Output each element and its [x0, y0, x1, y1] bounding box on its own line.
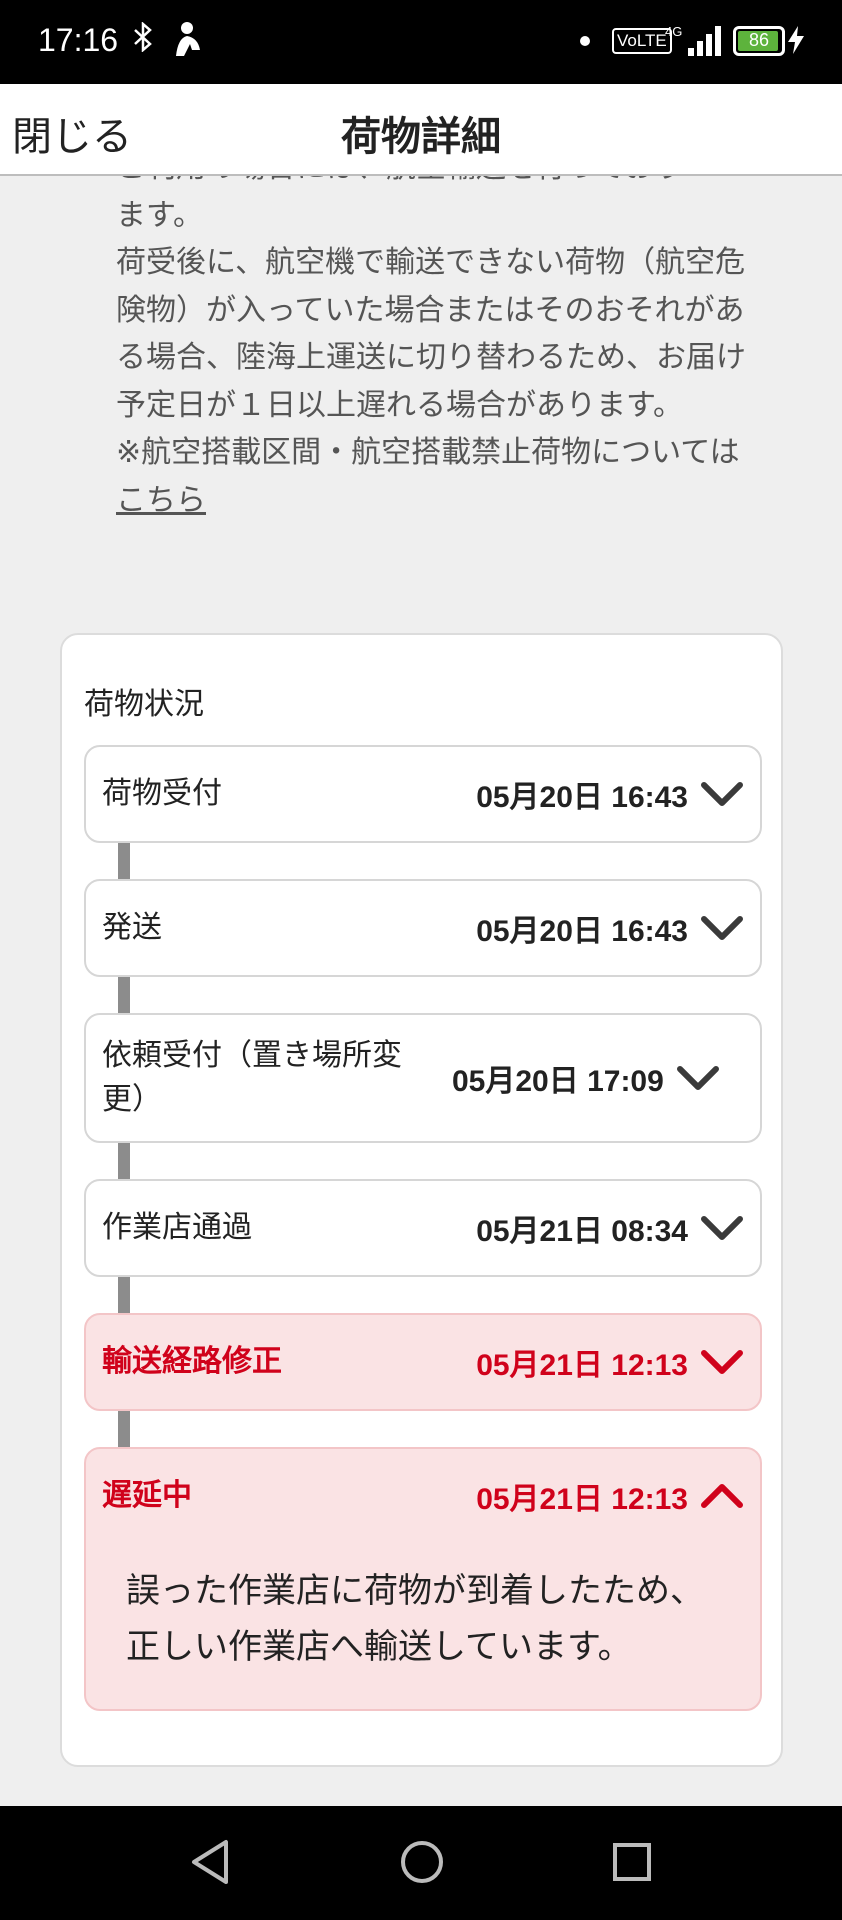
notice-paragraph: 荷受後に、航空機で輸送できない荷物（航空危険物）が入っていた場合またはそのおそれ…	[116, 245, 746, 423]
main-content[interactable]: ご利用の場合には、航空輸送を行っており ます。 荷受後に、航空機で輸送できない荷…	[0, 176, 842, 1806]
chevron-down-icon	[701, 782, 743, 806]
battery-level: 86	[748, 30, 770, 50]
volte-indicator: VoLTE	[612, 28, 672, 54]
notice-line-0: ご利用の場合には、航空輸送を行っており	[116, 176, 766, 192]
timeline-connector	[118, 1411, 130, 1447]
navigation-bar	[0, 1806, 842, 1920]
notification-icon	[170, 20, 204, 58]
tracking-status: 荷物受付	[102, 776, 222, 811]
signal-icon	[688, 24, 724, 56]
chevron-down-icon	[701, 1216, 743, 1240]
chevron-up-icon	[701, 1484, 743, 1508]
chevron-down-icon	[701, 1350, 743, 1374]
timeline-connector	[118, 1277, 130, 1313]
tracking-item[interactable]: 依頼受付（置き場所変更） 05月20日 17:09	[84, 1013, 762, 1143]
chevron-down-icon	[676, 1066, 719, 1090]
timeline-connector	[118, 977, 130, 1013]
network-gen-indicator: 4G	[665, 24, 683, 39]
notice-note-pre-link: は	[709, 435, 740, 470]
app-header: 閉じる 荷物詳細	[0, 84, 842, 176]
timeline-connector	[118, 1143, 130, 1179]
tracking-status: 遅延中	[102, 1478, 192, 1513]
tracking-item[interactable]: 作業店通過 05月21日 08:34	[84, 1179, 762, 1277]
tracking-status: 作業店通過	[102, 1210, 252, 1245]
notification-dot-icon	[580, 36, 590, 46]
tracking-card: 荷物状況 荷物受付 05月20日 16:43 発送 05月20日 16:43 依…	[60, 633, 783, 1767]
bluetooth-icon	[132, 21, 154, 59]
tracking-status: 輸送経路修正	[102, 1344, 282, 1379]
status-bar: 17:16 VoLTE 4G 86	[0, 0, 842, 84]
notice-line-1: ます。	[116, 197, 203, 233]
chevron-down-icon	[701, 916, 743, 940]
tracking-item-expanded[interactable]: 遅延中 05月21日 12:13 誤った作業店に荷物が到着したため、正しい作業店…	[84, 1447, 762, 1711]
tracking-datetime: 05月20日 16:43	[476, 781, 688, 814]
tracking-detail: 誤った作業店に荷物が到着したため、正しい作業店へ輸送しています。	[126, 1571, 704, 1667]
notice-note-prefix: ※航空搭載区間・航空搭載禁止荷物について	[116, 435, 710, 470]
tracking-datetime: 05月20日 16:43	[476, 915, 688, 948]
tracking-status: 依頼受付（置き場所変更）	[102, 1038, 402, 1117]
tracking-datetime: 05月20日 17:09	[452, 1065, 664, 1098]
tracking-status: 発送	[102, 910, 162, 945]
details-link[interactable]: こちら	[116, 483, 206, 518]
tracking-datetime: 05月21日 12:13	[476, 1349, 688, 1382]
battery-icon: 86	[733, 26, 785, 56]
tracking-datetime: 05月21日 12:13	[476, 1483, 688, 1516]
charging-icon	[788, 26, 804, 60]
notice-note: ※航空搭載区間・航空搭載禁止荷物についてはこちら	[116, 429, 766, 524]
recents-icon[interactable]	[606, 1836, 658, 1888]
home-icon[interactable]	[396, 1836, 448, 1888]
status-time: 17:16	[38, 22, 119, 58]
tracking-timeline: 荷物受付 05月20日 16:43 発送 05月20日 16:43 依頼受付（置…	[84, 745, 762, 1711]
tracking-item[interactable]: 発送 05月20日 16:43	[84, 879, 762, 977]
tracking-title: 荷物状況	[84, 687, 204, 722]
timeline-connector	[118, 843, 130, 879]
tracking-item[interactable]: 荷物受付 05月20日 16:43	[84, 745, 762, 843]
tracking-item-alert[interactable]: 輸送経路修正 05月21日 12:13	[84, 1313, 762, 1411]
air-transport-notice: ご利用の場合には、航空輸送を行っており ます。 荷受後に、航空機で輸送できない荷…	[116, 176, 766, 524]
tracking-datetime: 05月21日 08:34	[476, 1215, 688, 1248]
back-icon[interactable]	[186, 1836, 238, 1888]
close-button[interactable]: 閉じる	[12, 104, 132, 162]
